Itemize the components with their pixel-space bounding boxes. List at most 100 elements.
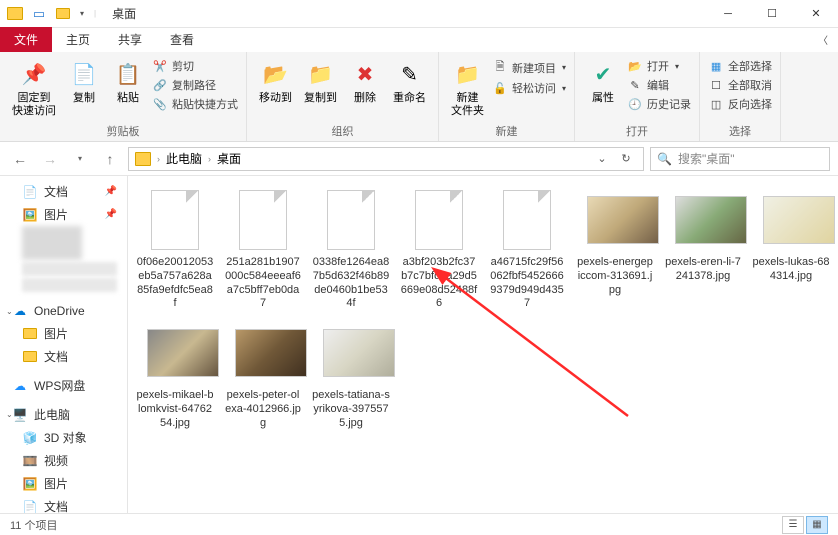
caret-icon: ⌄ <box>6 410 13 419</box>
chevron-right-icon: › <box>208 154 211 164</box>
qat-newfolder-icon[interactable] <box>52 3 74 25</box>
view-largeicons-button[interactable]: ▦ <box>806 516 828 534</box>
sidebar-item-thispc[interactable]: ⌄🖥️此电脑 <box>0 403 127 426</box>
caret-icon: ⌄ <box>6 307 13 316</box>
image-thumb-icon <box>587 188 643 252</box>
history-dropdown-icon[interactable]: ▾ <box>68 147 92 171</box>
breadcrumb-desktop[interactable]: 桌面 <box>217 150 241 167</box>
tab-home[interactable]: 主页 <box>52 27 104 52</box>
tab-view[interactable]: 查看 <box>156 27 208 52</box>
breadcrumb-thispc[interactable]: 此电脑 <box>166 150 202 167</box>
cut-button[interactable]: ✂️剪切 <box>152 58 238 74</box>
file-item[interactable]: a3bf203b2fc37b7c7bfd8a29d5669e08d52488f6 <box>400 188 478 311</box>
ribbon-group-organize: 📂移动到 📁复制到 ✖删除 ✎重命名 组织 <box>247 52 439 141</box>
copy-icon: 📄 <box>68 58 100 90</box>
open-icon: 📂 <box>627 60 643 73</box>
sidebar-item-wps[interactable]: ☁WPS网盘 <box>0 374 127 397</box>
file-item[interactable]: pexels-lukas-684314.jpg <box>752 188 830 311</box>
minimize-button[interactable]: ─ <box>706 0 750 28</box>
sidebar-item-documents[interactable]: 📄文档📌 <box>0 180 127 203</box>
sidebar-blurred-thumb <box>22 226 82 260</box>
selectnone-button[interactable]: ☐全部取消 <box>708 77 772 93</box>
blank-file-icon <box>323 188 379 252</box>
image-thumb-icon <box>147 321 203 385</box>
collapse-ribbon-icon[interactable]: 〈 <box>818 32 828 47</box>
pasteshortcut-button[interactable]: 📎粘贴快捷方式 <box>152 96 238 112</box>
view-details-button[interactable]: ☰ <box>782 516 804 534</box>
folder-icon <box>135 152 151 166</box>
open-button[interactable]: 📂打开▾ <box>627 58 691 74</box>
file-item[interactable]: pexels-energepiccom-313691.jpg <box>576 188 654 311</box>
file-item[interactable]: 251a281b1907000c584eeeaf6a7c5bff7eb0da7 <box>224 188 302 311</box>
selectinvert-button[interactable]: ◫反向选择 <box>708 96 772 112</box>
ribbon-group-new: 📁新建 文件夹 🗎新建项目▾ 🔓轻松访问▾ 新建 <box>439 52 575 141</box>
file-name: 0338fe1264ea87b5d632f46b89de0460b1be534f <box>312 256 390 311</box>
files-pane[interactable]: 0f06e20012053eb5a757a628a85fa9efdfc5ea8f… <box>128 176 838 513</box>
wps-icon: ☁ <box>12 378 28 394</box>
edit-button[interactable]: ✎编辑 <box>627 77 691 93</box>
maximize-button[interactable]: ☐ <box>750 0 794 28</box>
ribbon: 📌固定到 快速访问 📄复制 📋粘贴 ✂️剪切 🔗复制路径 📎粘贴快捷方式 剪贴板… <box>0 52 838 142</box>
history-button[interactable]: 🕘历史记录 <box>627 96 691 112</box>
invert-icon: ◫ <box>708 98 724 111</box>
group-label-open: 打开 <box>583 121 691 139</box>
copypath-button[interactable]: 🔗复制路径 <box>152 77 238 93</box>
qat-dropdown-icon[interactable]: ▾ <box>76 9 88 18</box>
pin-quickaccess-button[interactable]: 📌固定到 快速访问 <box>8 56 60 120</box>
file-item[interactable]: pexels-eren-li-7241378.jpg <box>664 188 742 311</box>
file-name: pexels-peter-olexa-4012966.jpg <box>224 389 302 430</box>
titlebar: ▭ ▾ | 桌面 ─ ☐ ✕ <box>0 0 838 28</box>
sidebar-item-documents2[interactable]: 📄文档 <box>0 495 127 513</box>
selectall-button[interactable]: ▦全部选择 <box>708 58 772 74</box>
search-icon: 🔍 <box>657 152 672 166</box>
file-name: a3bf203b2fc37b7c7bfd8a29d5669e08d52488f6 <box>400 256 478 311</box>
sidebar-item-onedrive-docs[interactable]: 文档 <box>0 345 127 368</box>
copyto-button[interactable]: 📁复制到 <box>300 56 341 107</box>
file-item[interactable]: a46715fc29f56062fbf54526669379d949d4357 <box>488 188 566 311</box>
newfolder-button[interactable]: 📁新建 文件夹 <box>447 56 488 120</box>
sidebar-item-onedrive-pics[interactable]: 图片 <box>0 322 127 345</box>
image-thumb-icon <box>235 321 291 385</box>
file-name: a46715fc29f56062fbf54526669379d949d4357 <box>488 256 566 311</box>
search-input[interactable]: 🔍 搜索"桌面" <box>650 147 830 171</box>
sidebar-item-pictures[interactable]: 🖼️图片📌 <box>0 203 127 226</box>
forward-button[interactable]: → <box>38 147 62 171</box>
moveto-button[interactable]: 📂移动到 <box>255 56 296 107</box>
sidebar-item-pictures2[interactable]: 🖼️图片 <box>0 472 127 495</box>
sidebar-item-videos[interactable]: 🎞️视频 <box>0 449 127 472</box>
file-item[interactable]: 0338fe1264ea87b5d632f46b89de0460b1be534f <box>312 188 390 311</box>
address-bar[interactable]: › 此电脑 › 桌面 ⌄ ↻ <box>128 147 644 171</box>
file-item[interactable]: pexels-mikael-blomkvist-6476254.jpg <box>136 321 214 430</box>
newitem-button[interactable]: 🗎新建项目▾ <box>492 58 566 77</box>
file-item[interactable]: 0f06e20012053eb5a757a628a85fa9efdfc5ea8f <box>136 188 214 311</box>
tab-share[interactable]: 共享 <box>104 27 156 52</box>
copy-button[interactable]: 📄复制 <box>64 56 104 107</box>
window-title: 桌面 <box>112 5 136 22</box>
file-item[interactable]: pexels-tatiana-syrikova-3975575.jpg <box>312 321 390 430</box>
properties-button[interactable]: ✔属性 <box>583 56 623 107</box>
back-button[interactable]: ← <box>8 147 32 171</box>
sidebar-item-3dobjects[interactable]: 🧊3D 对象 <box>0 426 127 449</box>
sidebar-item-onedrive[interactable]: ⌄☁OneDrive <box>0 300 127 322</box>
up-button[interactable]: ↑ <box>98 147 122 171</box>
group-label-select: 选择 <box>708 121 772 139</box>
close-button[interactable]: ✕ <box>794 0 838 28</box>
paste-button[interactable]: 📋粘贴 <box>108 56 148 107</box>
shortcut-icon: 📎 <box>152 98 168 111</box>
selectall-icon: ▦ <box>708 60 724 73</box>
blank-file-icon <box>499 188 555 252</box>
rename-button[interactable]: ✎重命名 <box>389 56 430 107</box>
file-name: 251a281b1907000c584eeeaf6a7c5bff7eb0da7 <box>224 256 302 311</box>
delete-icon: ✖ <box>349 58 381 90</box>
tab-file[interactable]: 文件 <box>0 27 52 52</box>
refresh-button[interactable]: ↻ <box>615 152 637 165</box>
easyaccess-button[interactable]: 🔓轻松访问▾ <box>492 80 566 96</box>
copypath-icon: 🔗 <box>152 79 168 92</box>
file-name: pexels-energepiccom-313691.jpg <box>576 256 654 297</box>
blank-file-icon <box>411 188 467 252</box>
thispc-icon: 🖥️ <box>12 407 28 423</box>
file-item[interactable]: pexels-peter-olexa-4012966.jpg <box>224 321 302 430</box>
delete-button[interactable]: ✖删除 <box>345 56 385 107</box>
addr-dropdown-icon[interactable]: ⌄ <box>591 152 613 165</box>
qat-properties-icon[interactable]: ▭ <box>28 3 50 25</box>
